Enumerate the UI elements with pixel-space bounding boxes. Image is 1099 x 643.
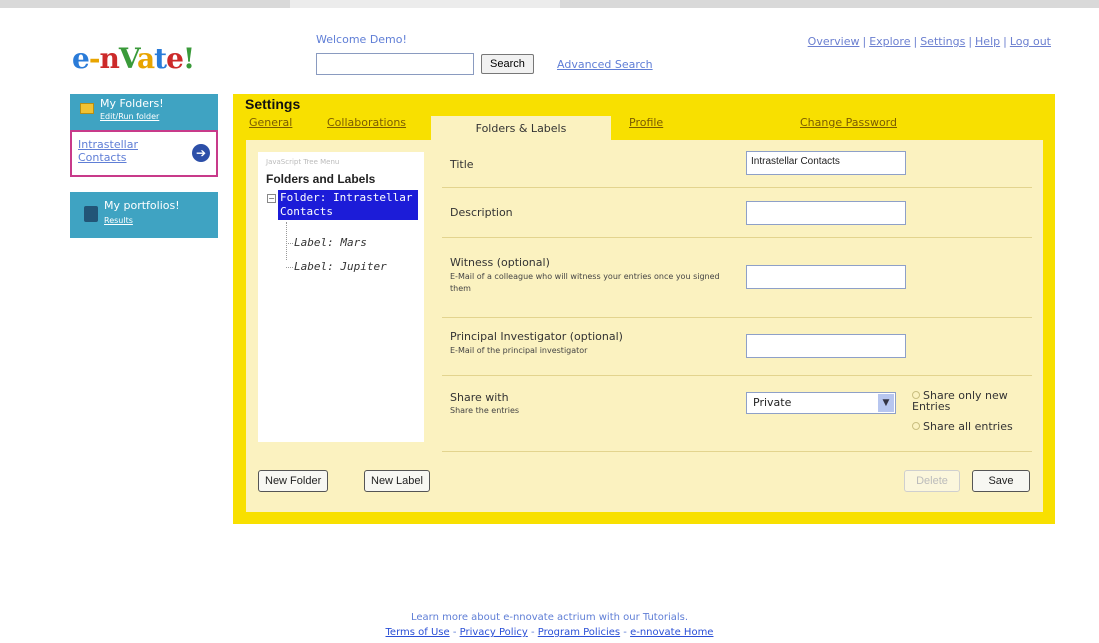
share-selected-value: Private (753, 396, 792, 409)
tab-profile[interactable]: Profile (629, 116, 663, 129)
settings-tabs: General Collaborations Folders & Labels … (233, 114, 1055, 142)
share-new-label: Share only new Entries (912, 389, 1008, 413)
share-all-label: Share all entries (923, 420, 1013, 433)
share-row: Share with Share the entries Private ▼ S… (442, 376, 1032, 452)
sidebar-portfolios-title: My portfolios! (104, 199, 180, 212)
footer-home-link[interactable]: e-nnovate Home (630, 627, 713, 638)
chevron-down-icon[interactable]: ▼ (878, 394, 894, 412)
welcome-text: Welcome Demo! (316, 33, 407, 46)
tab-collaborations[interactable]: Collaborations (327, 116, 406, 129)
footer-privacy-link[interactable]: Privacy Policy (460, 627, 528, 638)
sidebar-my-folders[interactable]: My Folders! Edit/Run folder (70, 94, 218, 130)
sidebar-current-folder[interactable]: Intrastellar Contacts ➔ (70, 130, 218, 177)
tab-change-password[interactable]: Change Password (800, 116, 897, 129)
witness-row: Witness (optional) E-Mail of a colleague… (442, 238, 1032, 318)
pi-row: Principal Investigator (optional) E-Mail… (442, 318, 1032, 376)
radio-icon[interactable] (912, 391, 920, 399)
tree-label-item[interactable]: Label: Jupiter (286, 260, 387, 273)
arrow-right-icon[interactable]: ➔ (192, 144, 210, 162)
tab-general[interactable]: General (249, 116, 292, 129)
tree-label-item[interactable]: Label: Mars (286, 236, 367, 249)
search-input[interactable] (316, 53, 474, 75)
title-row: Title Intrastellar Contacts (442, 140, 1032, 188)
tab-content: JavaScript Tree Menu Folders and Labels … (246, 140, 1043, 512)
radio-icon[interactable] (912, 422, 920, 430)
pi-hint: E-Mail of the principal investigator (450, 346, 588, 355)
footer-links: Terms of Use - Privacy Policy - Program … (385, 627, 714, 638)
portfolio-icon (84, 206, 98, 222)
pi-field[interactable] (746, 334, 906, 358)
title-label: Title (450, 158, 474, 171)
sidebar-folders-link[interactable]: Edit/Run folder (100, 112, 159, 121)
app-logo[interactable]: e-nVate! (72, 42, 195, 75)
witness-label: Witness (optional) (450, 256, 550, 269)
nav-logout[interactable]: Log out (1010, 35, 1051, 48)
pi-label: Principal Investigator (optional) (450, 330, 623, 343)
page-title: Settings (245, 96, 301, 112)
share-new-option[interactable]: Share only new Entries (912, 390, 1032, 412)
sidebar-my-portfolios[interactable]: My portfolios! Results (70, 192, 218, 238)
top-strip (0, 0, 1099, 8)
new-folder-button[interactable]: New Folder (258, 470, 329, 492)
share-select[interactable]: Private ▼ (746, 392, 896, 414)
nav-explore[interactable]: Explore (869, 35, 910, 48)
witness-hint: E-Mail of a colleague who will witness y… (450, 272, 720, 293)
sidebar-current-label[interactable]: Intrastellar Contacts (78, 138, 178, 164)
title-field[interactable]: Intrastellar Contacts (746, 151, 906, 175)
folder-tree: JavaScript Tree Menu Folders and Labels … (258, 152, 424, 442)
folder-icon (80, 103, 94, 114)
description-row: Description (442, 188, 1032, 238)
nav-settings[interactable]: Settings (920, 35, 965, 48)
nav-help[interactable]: Help (975, 35, 1000, 48)
description-label: Description (450, 206, 513, 219)
share-label: Share with (450, 391, 509, 404)
footer-line: Learn more about e-nnovate actrium with … (410, 612, 689, 623)
tree-hint: JavaScript Tree Menu (266, 158, 340, 166)
settings-panel: Settings General Collaborations Folders … (233, 94, 1055, 524)
footer-terms-link[interactable]: Terms of Use (386, 627, 450, 638)
tree-heading: Folders and Labels (266, 172, 376, 186)
share-hint: Share the entries (450, 406, 520, 415)
description-field[interactable] (746, 201, 906, 225)
search-button[interactable]: Search (481, 54, 534, 74)
save-button[interactable]: Save (972, 470, 1030, 492)
sidebar-folders-title: My Folders! (100, 97, 164, 110)
tab-folders-labels[interactable]: Folders & Labels (431, 116, 611, 142)
footer-policies-link[interactable]: Program Policies (538, 627, 620, 638)
collapse-icon[interactable]: − (267, 194, 276, 203)
nav-overview[interactable]: Overview (808, 35, 860, 48)
top-nav: Overview | Explore | Settings | Help | Log out (807, 35, 1051, 48)
new-label-button[interactable]: New Label (364, 470, 430, 492)
delete-button[interactable]: Delete (904, 470, 960, 492)
witness-field[interactable] (746, 265, 906, 289)
sidebar-portfolios-link[interactable]: Results (104, 216, 133, 225)
share-all-option[interactable]: Share all entries (912, 421, 1013, 432)
advanced-search-link[interactable]: Advanced Search (557, 58, 653, 71)
tree-connector (286, 222, 287, 260)
tree-folder-item[interactable]: Folder: Intrastellar Contacts (278, 190, 418, 220)
